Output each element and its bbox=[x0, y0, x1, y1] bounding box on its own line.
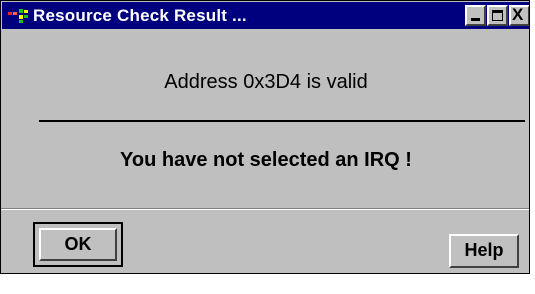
help-button[interactable]: Help bbox=[449, 234, 519, 268]
close-icon: X bbox=[512, 5, 524, 24]
button-area-separator bbox=[1, 208, 529, 210]
default-button-frame: OK bbox=[33, 222, 123, 267]
title-bar[interactable]: Resource Check Result ... X bbox=[2, 2, 529, 29]
message-divider bbox=[39, 120, 525, 122]
address-message: Address 0x3D4 is valid bbox=[164, 71, 368, 93]
window-title: Resource Check Result ... bbox=[33, 6, 247, 25]
app-icon[interactable] bbox=[8, 9, 30, 23]
maximize-button[interactable] bbox=[487, 5, 508, 26]
resource-check-dialog: Resource Check Result ... X Address 0x3D… bbox=[0, 0, 530, 274]
minimize-icon bbox=[471, 18, 480, 21]
irq-message: You have not selected an IRQ ! bbox=[120, 149, 412, 171]
ok-button[interactable]: OK bbox=[39, 228, 117, 261]
maximize-icon bbox=[492, 10, 503, 21]
minimize-button[interactable] bbox=[465, 5, 486, 26]
close-button[interactable]: X bbox=[509, 5, 529, 26]
